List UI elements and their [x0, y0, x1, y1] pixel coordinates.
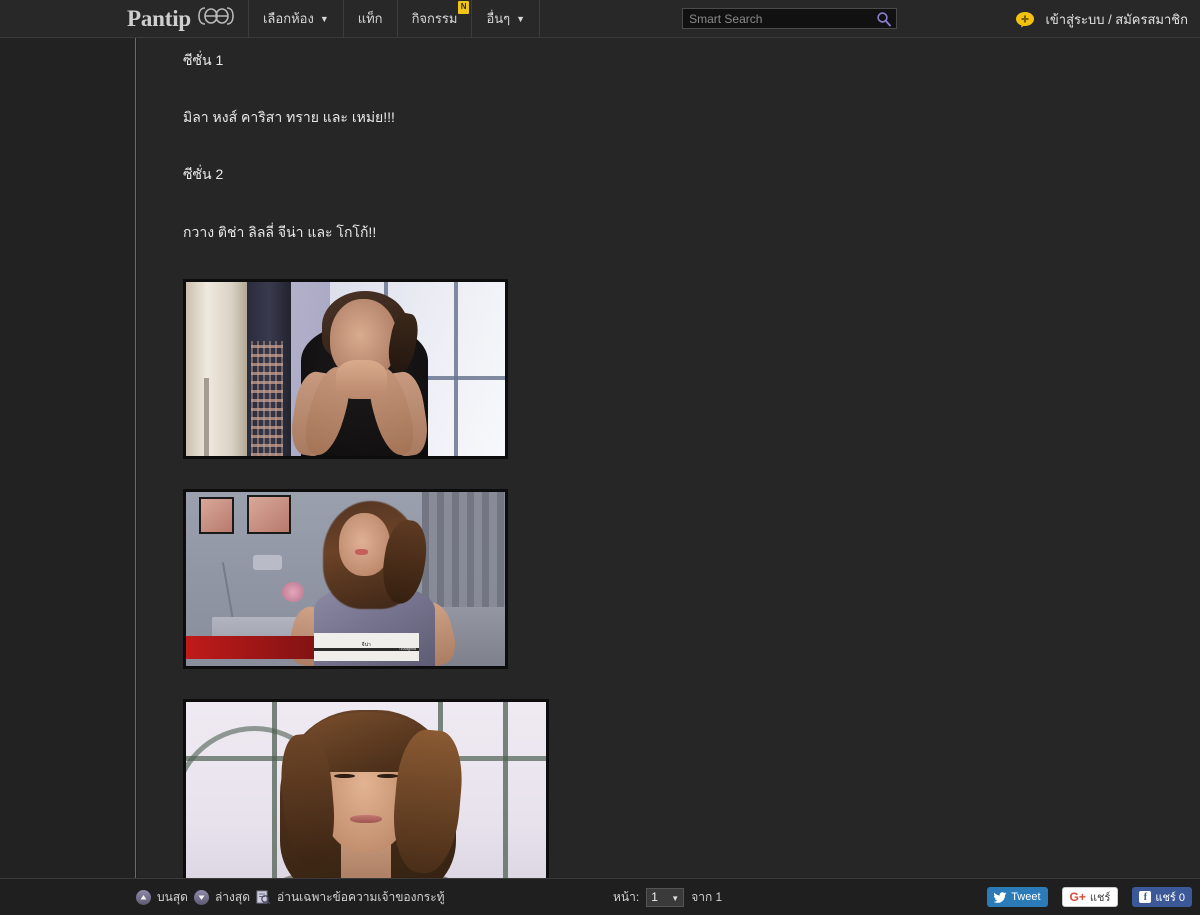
photo1-figure-left [186, 282, 247, 456]
photo2-lamp [253, 555, 282, 571]
nav-item-tags-label: แท็ก [358, 8, 383, 29]
photo1-hands [336, 360, 387, 398]
photo3-mullion [503, 702, 508, 878]
new-post-bubble-icon[interactable] [1015, 11, 1035, 28]
nav-item-activities-label: กิจกรรม [412, 8, 458, 29]
facebook-share-button[interactable]: f แชร์ 0 [1132, 887, 1192, 907]
scroll-to-top-label[interactable]: บนสุด [157, 888, 188, 907]
page-body: ซีซั่น 1 มิลา หงส์ คาริสา ทราย และ เหม่ย… [0, 38, 1200, 878]
photo2-wall-frame [247, 495, 292, 533]
scroll-to-top-button[interactable] [136, 890, 151, 905]
post-content: ซีซั่น 1 มิลา หงส์ คาริสา ทราย และ เหม่ย… [137, 38, 1200, 878]
chevron-down-icon: ▼ [671, 894, 679, 903]
site-header: Pantip เลือกห้อง ▼ แท็ก กิจกรรม N อื่นๆ … [0, 0, 1200, 38]
twitter-bird-icon [994, 892, 1007, 903]
facebook-share-label: แชร์ 0 [1155, 888, 1185, 906]
facebook-icon: f [1139, 891, 1151, 903]
post-paragraph: ซีซั่น 2 [183, 164, 1200, 185]
post-image-wrapper [183, 279, 1200, 459]
photo3-mullion [272, 702, 277, 878]
photo2-lower-third-bar [186, 636, 326, 659]
twitter-share-button[interactable]: Tweet [987, 887, 1047, 907]
post-image[interactable]: จีน่า TEAMgnna [183, 489, 508, 669]
share-buttons: Tweet G+ แชร์ f แชร์ 0 [987, 887, 1192, 907]
search-icon-svg [876, 11, 892, 27]
new-badge: N [458, 1, 470, 14]
post-image[interactable] [183, 279, 508, 459]
twitter-share-label: Tweet [1011, 891, 1040, 903]
post-paragraph: ซีซั่น 1 [183, 50, 1200, 71]
logo-wordmark: Pantip [127, 6, 191, 32]
arrow-up-icon [139, 893, 148, 902]
header-left-spacer [0, 0, 127, 37]
photo1-lace-pattern [251, 341, 283, 456]
post-paragraph: กวาง ติช่า ลิลลี่ จีน่า และ โกโก้!! [183, 222, 1200, 243]
pantip-logo[interactable]: Pantip [127, 0, 248, 37]
google-plus-share-button[interactable]: G+ แชร์ [1062, 887, 1119, 907]
search-input[interactable] [683, 9, 896, 28]
pagination: หน้า: 1 ▼ จาก 1 [613, 888, 722, 907]
chevron-down-icon: ▼ [516, 14, 525, 24]
search-area [682, 0, 897, 37]
arrow-down-icon [197, 893, 206, 902]
photo2-flowers [282, 582, 304, 601]
post-image-wrapper [183, 699, 1200, 878]
logo-loop-svg [196, 6, 236, 26]
scroll-to-bottom-label[interactable]: ล่างสุด [215, 888, 250, 907]
page-label: หน้า: [613, 888, 639, 907]
photo1-mullion [454, 282, 458, 456]
header-right-area: เข้าสู่ระบบ / สมัครสมาชิก [1015, 0, 1200, 38]
photo2-caption-box: จีน่า TEAMgnna [314, 633, 419, 661]
login-register-link[interactable]: เข้าสู่ระบบ / สมัครสมาชิก [1045, 9, 1188, 30]
nav-item-tags[interactable]: แท็ก [344, 0, 398, 37]
bottom-toolbar: บนสุด ล่างสุด อ่านเฉพาะข้อความเจ้าของกระ… [0, 878, 1200, 915]
nav-item-rooms-label: เลือกห้อง [263, 8, 314, 29]
main-nav: เลือกห้อง ▼ แท็ก กิจกรรม N อื่นๆ ▼ [248, 0, 540, 37]
page-select[interactable]: 1 ▼ [646, 888, 684, 907]
left-gutter [0, 38, 136, 878]
google-plus-icon: G+ [1070, 890, 1086, 904]
post-paragraph: มิลา หงส์ คาริสา ทราย และ เหม่ย!!! [183, 107, 1200, 128]
photo2-caption-sub: TEAMgnna [314, 648, 419, 651]
nav-item-others-label: อื่นๆ [486, 8, 510, 29]
page-select-value: 1 [651, 890, 658, 904]
document-search-icon [256, 890, 271, 904]
bubble-icon-svg [1015, 11, 1035, 28]
owner-only-icon[interactable] [256, 890, 271, 904]
nav-item-rooms[interactable]: เลือกห้อง ▼ [249, 0, 344, 37]
nav-item-activities[interactable]: กิจกรรม N [398, 0, 473, 37]
photo2-lips [355, 549, 368, 554]
chevron-down-icon: ▼ [320, 14, 329, 24]
page-total-label: จาก 1 [691, 888, 722, 907]
photo2-wall-frame [199, 497, 234, 534]
nav-item-others[interactable]: อื่นๆ ▼ [472, 0, 540, 37]
post-image[interactable] [183, 699, 549, 878]
bottom-toolbar-left: บนสุด ล่างสุด อ่านเฉพาะข้อความเจ้าของกระ… [0, 888, 445, 907]
post-image-wrapper: จีน่า TEAMgnna [183, 489, 1200, 669]
infinity-loop-mark-icon [196, 6, 236, 32]
scroll-to-bottom-button[interactable] [194, 890, 209, 905]
search-box[interactable] [682, 8, 897, 29]
search-icon[interactable] [876, 11, 892, 27]
google-plus-share-label: แชร์ [1090, 888, 1110, 906]
owner-only-label[interactable]: อ่านเฉพาะข้อความเจ้าของกระทู้ [277, 888, 445, 907]
